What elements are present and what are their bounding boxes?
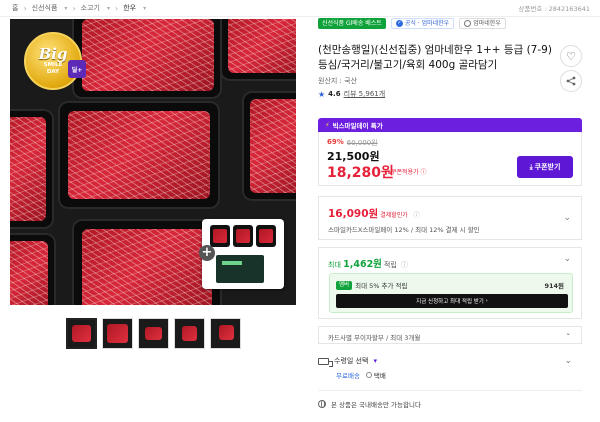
- deal-price-box: 69% 60,000원 21,500원 18,280원 쿠폰적용가 ⓘ ⤓ 쿠폰…: [318, 132, 582, 186]
- big-smile-day-badge: Big SMILE DAY 딜+: [24, 32, 86, 90]
- chevron-down-icon[interactable]: ⌄: [563, 213, 571, 223]
- membership-extra-row: 멤버 최대 5% 추가 적립: [336, 280, 408, 290]
- best-tag[interactable]: 신선식품 Gl배송 베스트: [318, 18, 386, 29]
- thumbnail-strip: [66, 318, 241, 349]
- badge-big-text: Big: [38, 44, 68, 63]
- store-icon: [464, 20, 472, 27]
- breadcrumb-home[interactable]: 홈: [12, 3, 18, 13]
- membership-points-box: 멤버 최대 5% 추가 적립 914원 지금 신청하고 최대 적립 받기 ›: [329, 273, 573, 313]
- installment-section[interactable]: 카드사별 무이자할부 / 최대 3개월 ⌄: [318, 326, 582, 344]
- coupon-price-label: 쿠폰적용가 ⓘ: [391, 169, 427, 176]
- beef-slice: [228, 19, 296, 73]
- product-title: (천만송행일)(신선집중) 엄마네한우 1++ 등급 (7-9) 등심/국거리/…: [318, 44, 552, 71]
- mini-tray-thumb: [233, 225, 253, 247]
- chevron-down-icon[interactable]: ▾: [107, 5, 110, 12]
- breadcrumb-separator-icon: ›: [72, 3, 76, 13]
- membership-signup-button[interactable]: 지금 신청하고 최대 적립 받기 ›: [336, 294, 568, 308]
- beef-slice: [68, 111, 210, 199]
- coupon-download-button[interactable]: ⤓ 쿠폰받기: [517, 156, 573, 178]
- plus-icon: +: [199, 245, 215, 261]
- lightning-icon: ⚡: [325, 121, 330, 129]
- divider: [318, 390, 582, 391]
- deal-header: ⚡ 빅스마일데이 특가: [318, 118, 582, 132]
- beef-slice: [250, 99, 296, 193]
- chevron-down-icon[interactable]: ⌄: [564, 356, 572, 366]
- store-label: 엄마네한우: [473, 20, 501, 27]
- product-tags: 신선식품 Gl배송 베스트 ✓ 공식 · 엄마네한우 엄마네한우: [318, 18, 506, 29]
- truck-icon: [318, 357, 333, 367]
- mini-tray-thumb: [256, 225, 276, 247]
- thumbnail-4[interactable]: [174, 318, 205, 349]
- delivery-date-selector[interactable]: 수령일 선택: [334, 356, 368, 366]
- breadcrumb-hanwoo[interactable]: 한우: [123, 3, 136, 13]
- store-tag[interactable]: 엄마네한우: [459, 18, 506, 29]
- thumbnail-3[interactable]: [138, 318, 169, 349]
- breadcrumb-separator-icon: ›: [114, 3, 119, 13]
- radio-icon[interactable]: [365, 372, 372, 378]
- breadcrumb-fresh-food[interactable]: 신선식품: [32, 3, 58, 13]
- member-badge: 멤버: [336, 280, 353, 290]
- deal-header-label: 빅스마일데이 특가: [332, 122, 383, 130]
- product-info-panel: 신선식품 Gl배송 베스트 ✓ 공식 · 엄마네한우 엄마네한우 (천만송행일)…: [318, 0, 590, 422]
- chevron-down-icon[interactable]: ▾: [64, 5, 67, 12]
- installment-text: 카드사별 무이자할부 / 최대 3개월: [328, 334, 421, 342]
- mini-tray-thumb: [210, 225, 230, 247]
- main-product-image[interactable]: Big SMILE DAY 딜+ +: [10, 19, 296, 305]
- breadcrumb-beef[interactable]: 소고기: [81, 3, 100, 13]
- badge-day-text: DAY: [46, 68, 60, 75]
- breadcrumb-separator-icon: ›: [23, 3, 27, 13]
- card-discount-price: 16,090원 결제할인가 ⓘ: [328, 208, 420, 220]
- wishlist-button[interactable]: ♡: [560, 45, 582, 67]
- membership-extra-points: 914원: [544, 282, 564, 290]
- delivery-date-row[interactable]: 수령일 선택 ▾: [318, 356, 377, 367]
- heart-icon: ♡: [566, 49, 576, 63]
- parcel-option-label: 택배: [373, 372, 386, 380]
- card-discount-section[interactable]: 16,090원 결제할인가 ⓘ 스마일카드X스마일페이 12% / 최대 12% …: [318, 196, 582, 240]
- chevron-down-icon[interactable]: ⌄: [563, 254, 571, 264]
- share-icon: [566, 76, 576, 86]
- shipping-notice: 본 상품은 국내배송만 가능합니다: [318, 399, 421, 409]
- free-shipping-label: 무료배송: [336, 372, 360, 380]
- product-rating: ★ 4.6 리뷰 5,961개: [318, 89, 385, 99]
- chevron-down-icon[interactable]: ▾: [373, 357, 377, 365]
- thumbnail-2[interactable]: [102, 318, 133, 349]
- beef-slice: [82, 229, 212, 305]
- beef-slice: [10, 241, 48, 305]
- membership-extra-label: 최대 5% 추가 적립: [355, 282, 408, 290]
- thumbnail-5[interactable]: [210, 318, 241, 349]
- globe-icon: [318, 400, 326, 408]
- original-price: 60,000원: [346, 139, 378, 147]
- badge-smile-text: SMILE: [43, 61, 63, 68]
- beef-slice: [82, 19, 214, 91]
- official-store-label: 공식 · 엄마네한우: [404, 20, 450, 27]
- shipping-notice-text: 본 상품은 국내배송만 가능합니다: [331, 401, 421, 409]
- card-discount-description: 스마일카드X스마일페이 12% / 최대 12% 결제 시 할인: [328, 226, 480, 234]
- discount-row: 69% 60,000원: [327, 138, 378, 148]
- star-icon: ★: [318, 89, 326, 99]
- discount-percent: 69%: [327, 138, 344, 146]
- coupon-price: 18,280원: [327, 165, 394, 181]
- points-section[interactable]: 최대 1,462원 적립 ⓘ ⌄ 멤버 최대 5% 추가 적립 914원 지금 신…: [318, 247, 582, 319]
- chevron-down-icon[interactable]: ⌄: [566, 329, 571, 337]
- parcel-option[interactable]: 택배: [365, 370, 386, 380]
- membership-signup-label: 지금 신청하고 최대 적립 받기: [416, 299, 484, 305]
- rating-score: 4.6: [328, 90, 341, 98]
- delivery-options: 무료배송 택배: [336, 370, 386, 380]
- gift-card-image: [216, 255, 264, 283]
- beef-slice: [10, 117, 46, 221]
- product-origin: 원산지 : 국산: [318, 77, 358, 85]
- coupon-button-label: 쿠폰받기: [534, 163, 561, 171]
- share-button[interactable]: [560, 70, 582, 92]
- points-max: 최대 1,462원 적립 ⓘ: [328, 259, 409, 270]
- chevron-down-icon[interactable]: ▾: [143, 5, 146, 12]
- breadcrumb: 홈 › 신선식품 ▾ › 소고기 ▾ › 한우 ▾: [12, 0, 146, 16]
- verified-icon: ✓: [395, 20, 403, 27]
- badge-ribbon: 딜+: [68, 60, 86, 78]
- download-icon: ⤓: [529, 162, 533, 171]
- thumbnail-1[interactable]: [66, 318, 97, 349]
- official-store-tag[interactable]: ✓ 공식 · 엄마네한우: [390, 18, 455, 29]
- review-count-link[interactable]: 리뷰 5,961개: [344, 89, 386, 99]
